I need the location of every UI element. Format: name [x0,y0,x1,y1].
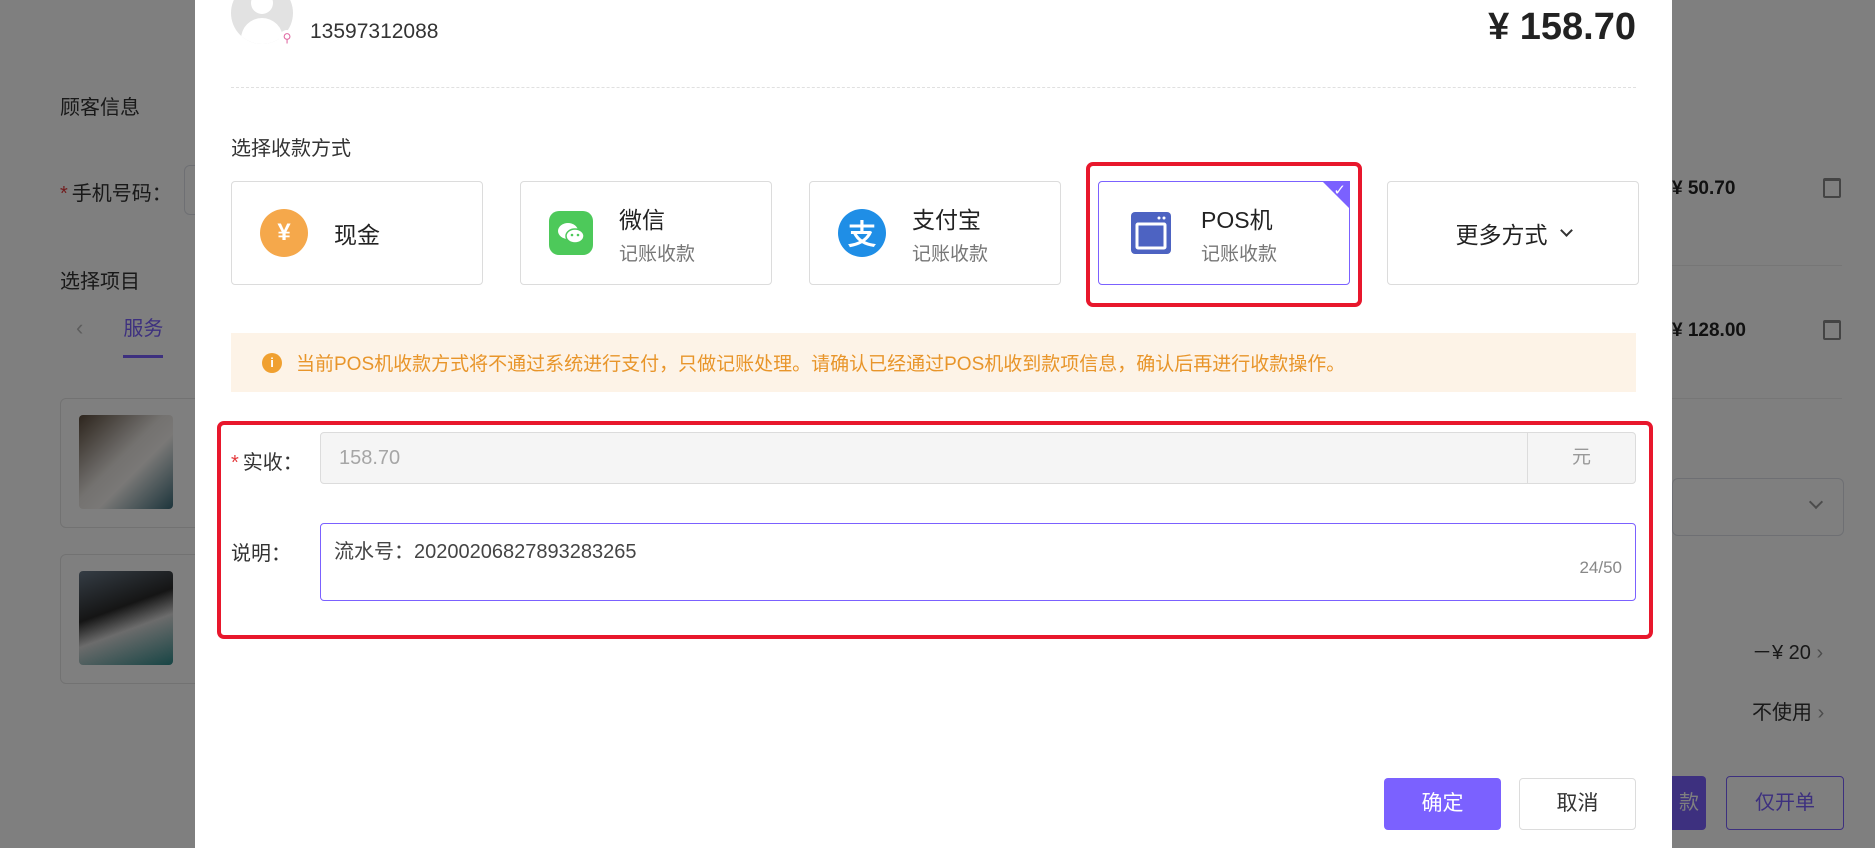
customer-phone: 13597312088 [310,20,439,43]
female-icon: ⚲ [279,30,295,46]
payment-method-wechat[interactable]: 微信 记账收款 [520,181,772,285]
more-payment-methods[interactable]: 更多方式 [1387,181,1639,285]
chevron-down-icon [1559,224,1573,237]
amount-label: * 实收： [231,452,303,474]
total-amount: ¥ 158.70 [1488,6,1636,48]
note-char-counter: 24/50 [1579,558,1622,577]
payment-method-alipay[interactable]: 支 支付宝 记账收款 [809,181,1061,285]
yen-icon: ¥ [260,209,308,257]
alipay-icon: 支 [838,209,886,257]
payment-method-label: 现金 [334,222,380,248]
pos-notice: i 当前POS机收款方式将不通过系统进行支付，只做记账处理。请确认已经通过POS… [231,333,1636,392]
confirm-button[interactable]: 确定 [1384,778,1501,830]
notice-text: 当前POS机收款方式将不通过系统进行支付，只做记账处理。请确认已经通过POS机收… [296,354,1346,375]
payment-method-sublabel: 记账收款 [619,243,696,265]
note-value: 流水号：20200206827893283265 [334,541,637,563]
payment-modal: ⚲ 13597312088 ¥ 158.70 选择收款方式 ¥ 现金 微信 记账… [195,0,1672,848]
payment-section-title: 选择收款方式 [231,138,351,160]
more-methods-label: 更多方式 [1455,222,1548,248]
amount-unit: 元 [1527,433,1635,483]
payment-method-cash[interactable]: ¥ 现金 [231,181,483,285]
pos-highlight-box [1086,162,1362,307]
payment-method-label: 支付宝 [912,206,981,233]
divider [231,87,1636,88]
payment-method-label: 微信 [619,206,665,233]
note-label: 说明： [231,543,291,565]
note-textarea[interactable]: 流水号：20200206827893283265 24/50 [320,523,1636,601]
wechat-icon [549,211,593,255]
amount-input[interactable]: 158.70 元 [320,432,1636,484]
amount-value: 158.70 [339,447,401,469]
cancel-button[interactable]: 取消 [1519,778,1636,830]
info-icon: i [262,352,282,373]
payment-method-sublabel: 记账收款 [912,243,989,265]
